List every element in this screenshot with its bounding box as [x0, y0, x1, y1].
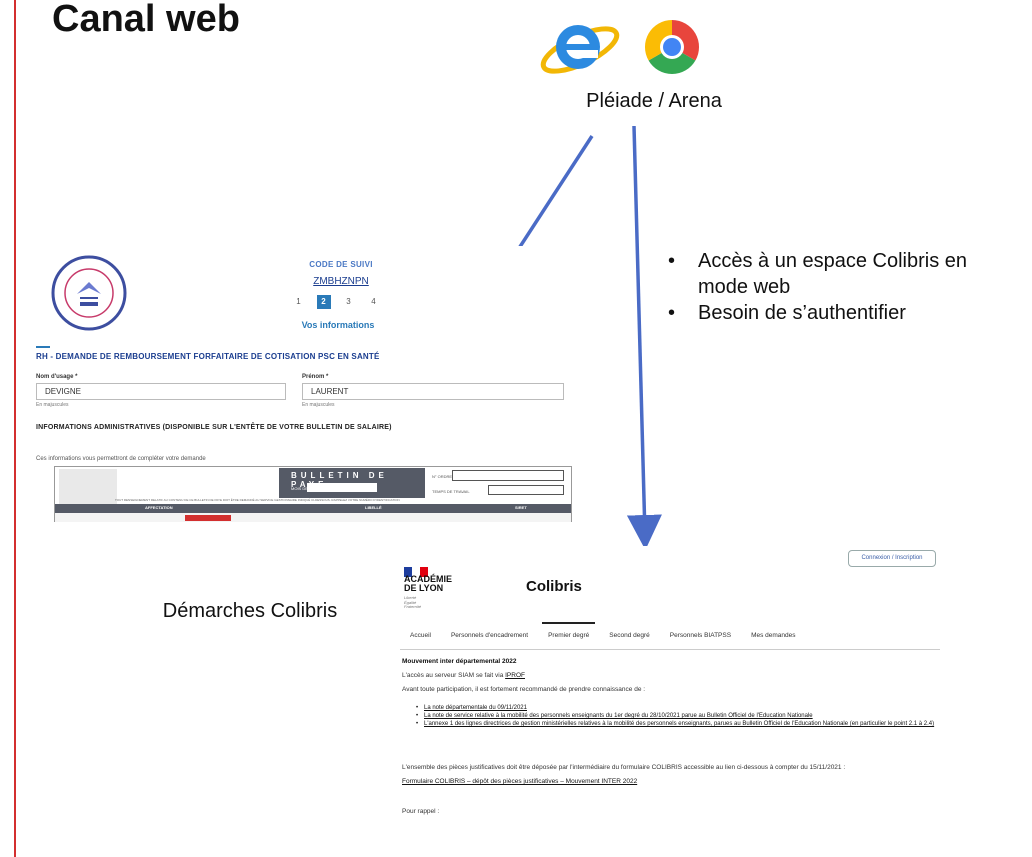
- slide-accent-line: [14, 0, 16, 857]
- title-accent-bar: [36, 346, 50, 348]
- nav-mes-demandes[interactable]: Mes demandes: [741, 622, 805, 649]
- slide-title: Canal web: [52, 0, 240, 40]
- bulletin-highlight: [185, 515, 231, 521]
- nav-second-degre[interactable]: Second degré: [599, 622, 659, 649]
- bulletin-de-paye-image: Liberté • Égalité • Fraternité RÉPUBLIQU…: [54, 466, 572, 522]
- form-link-line: Formulaire COLIBRIS – dépôt des pièces j…: [402, 778, 942, 787]
- note-departementale-link[interactable]: La note départementale du 09/11/2021: [416, 704, 936, 712]
- french-flag-icon: [404, 564, 428, 577]
- browser-icons: [540, 19, 700, 75]
- feature-bullets: Accès à un espace Colibris en mode web B…: [668, 248, 1008, 326]
- nom-hint: En majuscules: [36, 402, 69, 408]
- col-libelle: LIBELLÉ: [365, 505, 382, 510]
- nom-input[interactable]: DEVIGNE: [36, 383, 286, 400]
- academie-line-2: DE LYON: [404, 583, 444, 593]
- demarches-label: Démarches Colibris: [162, 600, 338, 622]
- devise-text: Liberté Égalité Fraternité: [404, 595, 422, 610]
- nav-encadrement[interactable]: Personnels d'encadrement: [441, 622, 538, 649]
- colibris-brand: Colibris: [526, 578, 582, 595]
- document-links: La note départementale du 09/11/2021 La …: [416, 704, 936, 728]
- bulletin-notice: TOUT RENSEIGNEMENT RELATIF AU CONTENU DE…: [115, 498, 400, 502]
- form-screenshot: CODE DE SUIVI ZMBHZNPN 1 2 3 4 Vos infor…: [36, 246, 602, 522]
- formulaire-colibris-link[interactable]: Formulaire COLIBRIS – dépôt des pièces j…: [402, 778, 637, 785]
- pour-rappel: Pour rappel :: [402, 808, 440, 815]
- step-3[interactable]: 3: [342, 295, 356, 309]
- access-text: L'accès au serveur SIAM se fait via: [402, 672, 506, 679]
- step-4[interactable]: 4: [367, 295, 381, 309]
- annexe-link[interactable]: L'annexe 1 des lignes directrices de ges…: [416, 720, 936, 728]
- bulletin-mois-box: [307, 483, 377, 492]
- bulletin-temps-box: [488, 485, 564, 495]
- connexion-button[interactable]: Connexion / Inscription: [848, 550, 936, 567]
- col-affectation: AFFECTATION: [145, 505, 173, 510]
- chrome-icon: [644, 19, 700, 75]
- access-line: L'accès au serveur SIAM se fait via IPRO…: [402, 672, 942, 681]
- colibris-web-screenshot: Connexion / Inscription ACADÉMIE DE LYON…: [392, 546, 952, 842]
- nav-premier-degre[interactable]: Premier degré: [538, 622, 599, 649]
- academie-logo: ACADÉMIE DE LYON: [404, 575, 452, 593]
- pieces-text: L'ensemble des pièces justificatives doi…: [402, 764, 846, 771]
- step-title: Vos informations: [301, 320, 375, 330]
- section-title: INFORMATIONS ADMINISTRATIVES (DISPONIBLE…: [36, 424, 392, 431]
- browser-caption: Pléiade / Arena: [586, 90, 722, 112]
- bulletin-header: BULLETIN DE PAYE MOIS DE: [279, 468, 425, 498]
- bulletin-ordre-label: N° ORDRE: [432, 474, 453, 479]
- step-2[interactable]: 2: [316, 295, 331, 309]
- col-siret: SIRET: [515, 505, 527, 510]
- bulletin-mois-label: MOIS DE: [291, 486, 308, 491]
- colibris-logo-icon: [51, 255, 127, 331]
- nav-accueil[interactable]: Accueil: [400, 622, 441, 649]
- arrow-to-colibris: [626, 125, 662, 550]
- code-suivi-label: CODE DE SUIVI: [309, 260, 373, 269]
- prenom-hint: En majuscules: [302, 402, 335, 408]
- bulletin-row: [55, 513, 571, 522]
- bulletin-temps-label: TEMPS DE TRAVAIL: [432, 489, 470, 494]
- form-title: RH - DEMANDE DE REMBOURSEMENT FORFAITAIR…: [36, 352, 380, 361]
- iprof-link[interactable]: IPROF: [505, 672, 525, 679]
- main-nav: Accueil Personnels d'encadrement Premier…: [400, 622, 940, 650]
- step-indicator: 1 2 3 4: [256, 295, 416, 309]
- marianne-logo-icon: [59, 469, 117, 505]
- code-suivi-value[interactable]: ZMBHZNPN: [281, 276, 401, 287]
- nav-biatpss[interactable]: Personnels BIATPSS: [660, 622, 741, 649]
- bulletin-columns: AFFECTATION LIBELLÉ SIRET: [55, 504, 571, 513]
- web-heading: Mouvement inter départemental 2022: [402, 658, 517, 665]
- nom-label: Nom d'usage *: [36, 374, 78, 380]
- internet-explorer-icon: [540, 25, 620, 74]
- step-1[interactable]: 1: [292, 295, 306, 309]
- note-service-link[interactable]: La note de service relative à la mobilit…: [416, 712, 936, 720]
- bullet-item: Accès à un espace Colibris en mode web: [668, 248, 1008, 300]
- section-text: Ces informations vous permettront de com…: [36, 456, 206, 462]
- bulletin-ordre-box: [452, 470, 564, 481]
- intro-text: Avant toute participation, il est fortem…: [402, 686, 646, 693]
- prenom-input[interactable]: LAURENT: [302, 383, 564, 400]
- bullet-item: Besoin de s’authentifier: [668, 300, 1008, 326]
- prenom-label: Prénom *: [302, 374, 329, 380]
